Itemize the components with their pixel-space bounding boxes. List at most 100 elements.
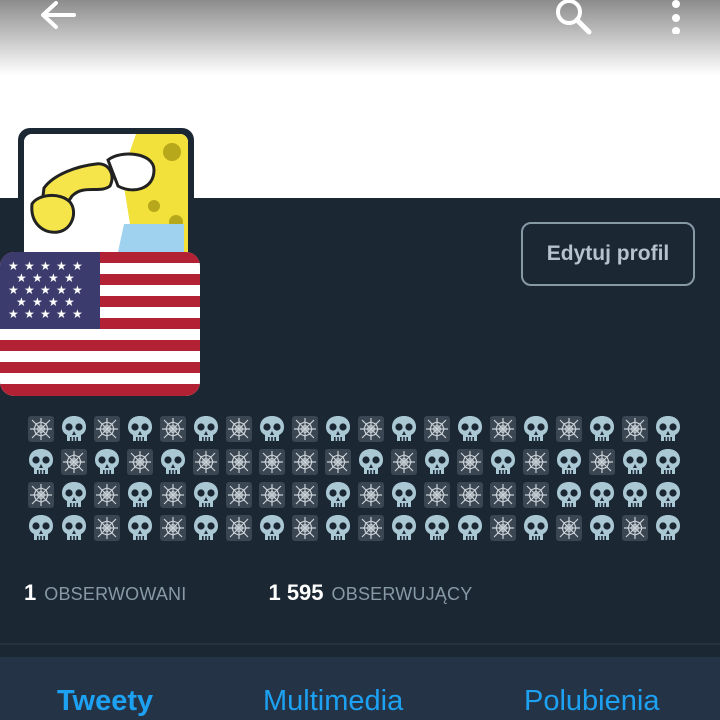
followers-label: OBSERWUJĄCY bbox=[331, 584, 473, 604]
skull-icon bbox=[420, 511, 453, 544]
skull-icon bbox=[585, 478, 618, 511]
spider-web-icon bbox=[519, 478, 552, 511]
skull-icon bbox=[387, 478, 420, 511]
skull-icon bbox=[651, 511, 684, 544]
skull-icon bbox=[255, 511, 288, 544]
spider-web-icon bbox=[618, 412, 651, 445]
skull-icon bbox=[24, 511, 57, 544]
spider-web-icon bbox=[420, 412, 453, 445]
spider-web-icon bbox=[354, 478, 387, 511]
spider-web-icon bbox=[255, 478, 288, 511]
arrow-left-icon[interactable] bbox=[38, 0, 78, 34]
spider-web-icon bbox=[222, 478, 255, 511]
svg-text:★: ★ bbox=[72, 307, 83, 321]
spider-web-icon bbox=[321, 445, 354, 478]
skull-icon bbox=[321, 412, 354, 445]
skull-icon bbox=[57, 478, 90, 511]
spider-web-icon bbox=[486, 412, 519, 445]
spider-web-icon bbox=[156, 412, 189, 445]
skull-icon bbox=[189, 412, 222, 445]
spider-web-icon bbox=[618, 511, 651, 544]
skull-icon bbox=[552, 478, 585, 511]
divider bbox=[0, 643, 720, 645]
spider-web-icon bbox=[90, 412, 123, 445]
edit-profile-button[interactable]: Edytuj profil bbox=[521, 222, 695, 286]
spider-web-icon bbox=[585, 445, 618, 478]
emoji-row bbox=[24, 412, 694, 445]
following-count: 1 bbox=[24, 580, 37, 605]
spider-web-icon bbox=[255, 445, 288, 478]
skull-icon bbox=[57, 412, 90, 445]
spider-web-icon bbox=[354, 412, 387, 445]
spider-web-icon bbox=[288, 511, 321, 544]
spider-web-icon bbox=[552, 511, 585, 544]
spider-web-icon bbox=[288, 412, 321, 445]
skull-icon bbox=[387, 412, 420, 445]
spider-web-icon bbox=[156, 478, 189, 511]
tab-tweety[interactable]: Tweety bbox=[57, 685, 153, 718]
skull-icon bbox=[453, 412, 486, 445]
skull-icon bbox=[618, 478, 651, 511]
skull-icon bbox=[585, 511, 618, 544]
skull-icon bbox=[123, 511, 156, 544]
skull-icon bbox=[189, 478, 222, 511]
skull-icon bbox=[519, 412, 552, 445]
skull-icon bbox=[321, 478, 354, 511]
spider-web-icon bbox=[189, 445, 222, 478]
skull-icon bbox=[255, 412, 288, 445]
emoji-row bbox=[24, 511, 694, 544]
skull-icon bbox=[387, 511, 420, 544]
us-flag-icon: ★ ★ ★ ★ ★ ★ ★ ★ ★ ★ ★ ★ ★ ★ ★ ★ ★ ★ ★ ★ ★ ★ ★ bbox=[0, 252, 200, 396]
skull-icon bbox=[123, 412, 156, 445]
skull-icon bbox=[189, 511, 222, 544]
skull-icon bbox=[486, 445, 519, 478]
skull-icon bbox=[651, 445, 684, 478]
emoji-row bbox=[24, 478, 694, 511]
skull-icon bbox=[651, 478, 684, 511]
skull-icon bbox=[420, 445, 453, 478]
spider-web-icon bbox=[90, 478, 123, 511]
spider-web-icon bbox=[90, 511, 123, 544]
emoji-row bbox=[24, 445, 694, 478]
skull-icon bbox=[57, 511, 90, 544]
svg-text:★: ★ bbox=[40, 307, 51, 321]
spider-web-icon bbox=[24, 412, 57, 445]
svg-text:★: ★ bbox=[56, 307, 67, 321]
spider-web-icon bbox=[288, 445, 321, 478]
following-label: OBSERWOWANI bbox=[44, 584, 187, 604]
spider-web-icon bbox=[57, 445, 90, 478]
skull-icon bbox=[24, 445, 57, 478]
svg-text:★: ★ bbox=[8, 307, 19, 321]
spider-web-icon bbox=[453, 478, 486, 511]
tab-multimedia[interactable]: Multimedia bbox=[263, 685, 403, 718]
profile-tabs: Tweety Multimedia Polubienia bbox=[0, 657, 720, 720]
spider-web-icon bbox=[420, 478, 453, 511]
spider-web-icon bbox=[222, 445, 255, 478]
bio-emoji-grid bbox=[24, 412, 694, 544]
spider-web-icon bbox=[354, 511, 387, 544]
skull-icon bbox=[519, 511, 552, 544]
tab-polubienia[interactable]: Polubienia bbox=[524, 685, 659, 718]
more-vertical-icon[interactable] bbox=[666, 0, 686, 34]
skull-icon bbox=[90, 445, 123, 478]
svg-text:★: ★ bbox=[24, 307, 35, 321]
spider-web-icon bbox=[222, 511, 255, 544]
skull-icon bbox=[618, 445, 651, 478]
spider-web-icon bbox=[486, 478, 519, 511]
following-stat[interactable]: 1 OBSERWOWANI bbox=[24, 580, 186, 606]
skull-icon bbox=[552, 445, 585, 478]
skull-icon bbox=[321, 511, 354, 544]
skull-icon bbox=[123, 478, 156, 511]
spider-web-icon bbox=[552, 412, 585, 445]
spider-web-icon bbox=[123, 445, 156, 478]
profile-stats: 1 OBSERWOWANI 1 595 OBSERWUJĄCY bbox=[24, 580, 704, 610]
skull-icon bbox=[453, 511, 486, 544]
followers-stat[interactable]: 1 595 OBSERWUJĄCY bbox=[268, 580, 472, 606]
spider-web-icon bbox=[486, 511, 519, 544]
search-icon[interactable] bbox=[554, 0, 594, 36]
skull-icon bbox=[354, 445, 387, 478]
spider-web-icon bbox=[519, 445, 552, 478]
spider-web-icon bbox=[24, 478, 57, 511]
skull-icon bbox=[651, 412, 684, 445]
spider-web-icon bbox=[387, 445, 420, 478]
